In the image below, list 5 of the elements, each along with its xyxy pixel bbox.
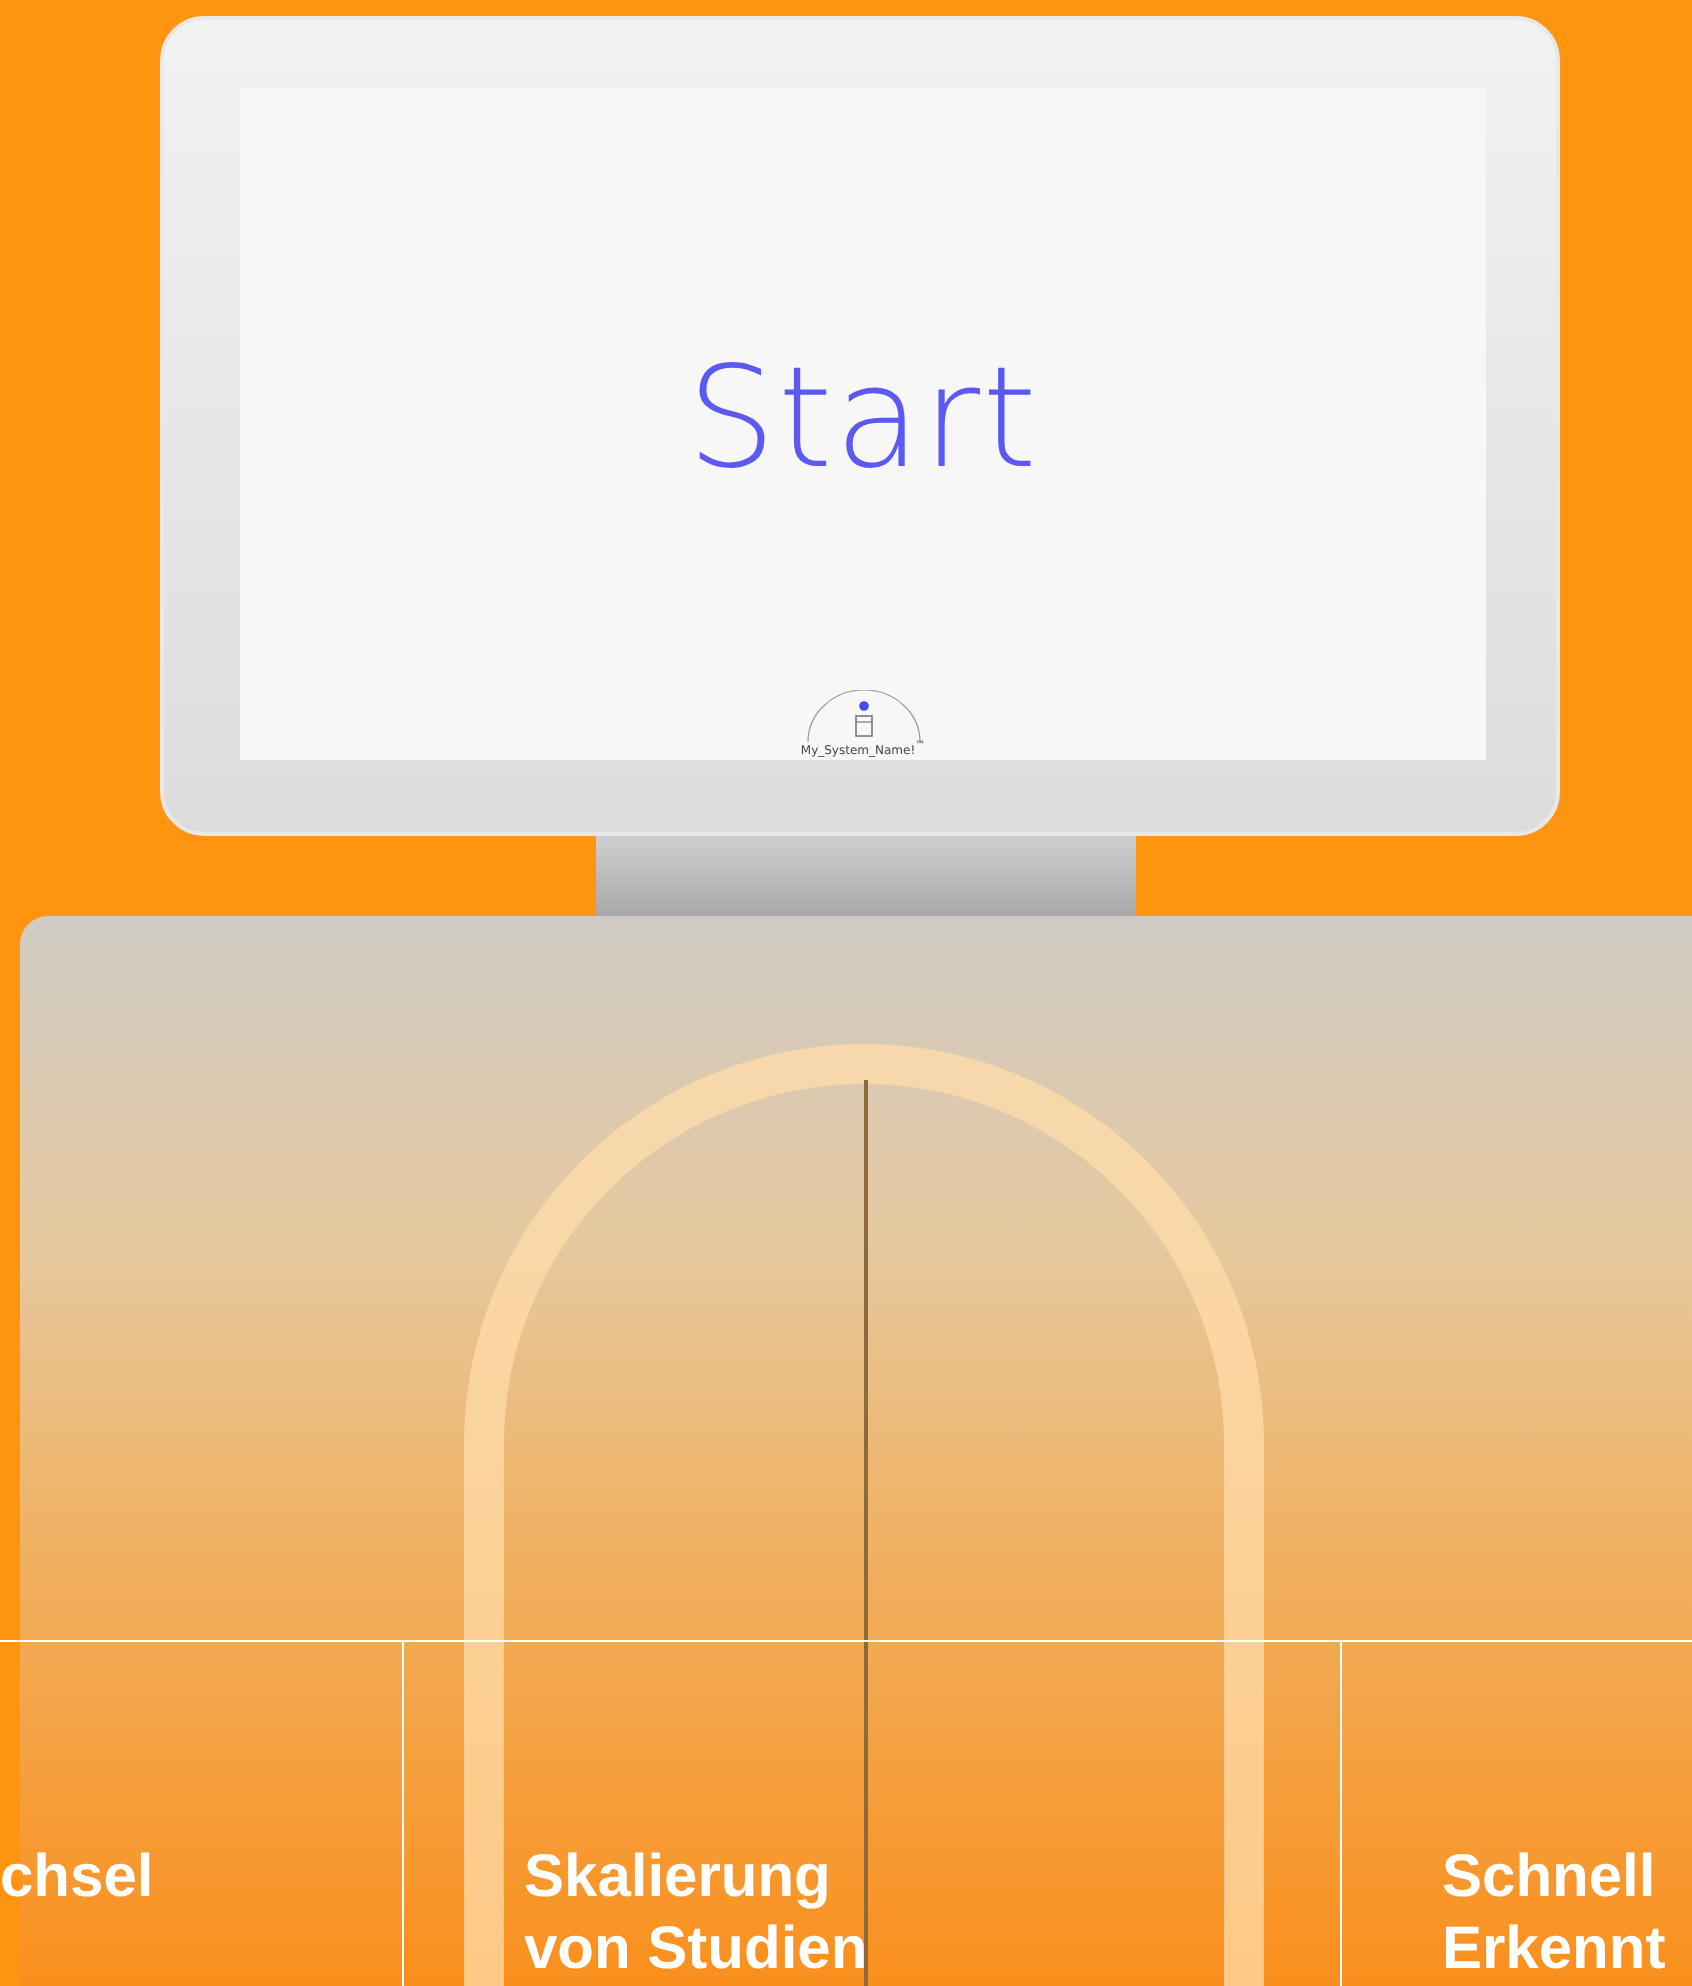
feature-heading: Skalierung von Studien <box>524 1844 868 1982</box>
start-title: Start <box>686 348 1039 488</box>
kiosk-icon <box>803 690 923 743</box>
feature-heading: Schnell Erkennt <box>1442 1844 1666 1982</box>
feature-heading: chsel <box>0 1844 154 1910</box>
